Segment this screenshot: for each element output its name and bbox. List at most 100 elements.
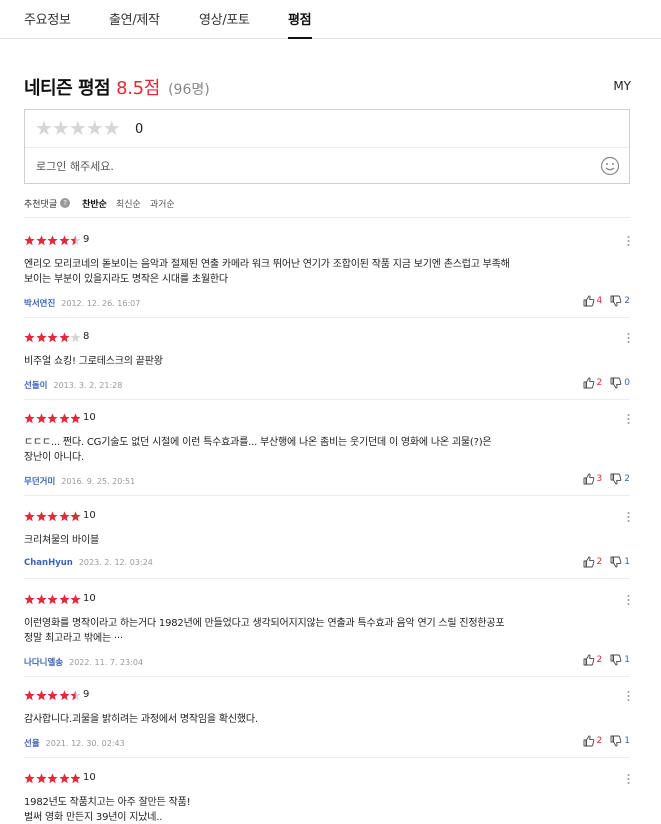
review-meta: 박서연진 2012. 12. 26. 16:07 bbox=[24, 297, 140, 309]
more-options-icon[interactable] bbox=[627, 511, 630, 523]
thumbs-down-icon bbox=[610, 377, 622, 389]
star-icon bbox=[24, 235, 35, 246]
tab-bar: 주요정보 출연/제작 영상/포토 평점 bbox=[0, 0, 661, 39]
review-date: 2012. 12. 26. 16:07 bbox=[61, 299, 141, 308]
sort-newest[interactable]: 최신순 bbox=[116, 197, 141, 210]
thumbs-up-icon bbox=[583, 556, 594, 568]
like-button[interactable]: 2 bbox=[583, 556, 602, 568]
dislike-button[interactable]: 1 bbox=[610, 556, 630, 568]
review-score: 9 bbox=[83, 234, 90, 245]
review-divider bbox=[24, 495, 630, 496]
dislike-count: 2 bbox=[624, 474, 630, 484]
review-star-rating bbox=[24, 511, 82, 523]
review-author[interactable]: 무던거미 bbox=[24, 475, 55, 487]
sort-oldest[interactable]: 과거순 bbox=[150, 197, 175, 210]
star-icon bbox=[70, 511, 81, 522]
star-icon bbox=[58, 690, 70, 701]
review-text-line: 비주얼 쇼킹! 그로테스크의 끝판왕 bbox=[24, 356, 163, 367]
tab-rating[interactable]: 평점 bbox=[288, 9, 312, 28]
review-divider bbox=[24, 317, 630, 318]
star-icon bbox=[47, 594, 58, 605]
more-options-icon[interactable] bbox=[627, 773, 630, 785]
thumbs-down-icon bbox=[610, 654, 622, 666]
active-tab-indicator bbox=[288, 37, 312, 39]
rating-count: (96명) bbox=[168, 82, 210, 98]
more-options-icon[interactable] bbox=[627, 235, 630, 247]
thumbs-down-icon bbox=[610, 735, 622, 747]
thumbs-down-icon bbox=[610, 473, 622, 485]
review-text: 크리쳐물의 바이블 bbox=[24, 533, 624, 548]
like-count: 2 bbox=[596, 378, 603, 388]
review-text: 엔리오 모리코네의 돋보이는 음악과 절제된 연출 카메라 워크 뛰어난 연기가… bbox=[24, 257, 624, 287]
star-icon bbox=[70, 413, 81, 424]
dislike-button[interactable]: 0 bbox=[610, 377, 630, 389]
review-meta: 나다니엘송 2022. 11. 7. 23:04 bbox=[24, 656, 143, 668]
dislike-button[interactable]: 1 bbox=[610, 735, 630, 747]
star-icon bbox=[35, 773, 47, 784]
star-icon bbox=[70, 235, 81, 246]
star-icon bbox=[24, 511, 35, 522]
review-text-line: 엔리오 모리코네의 돋보이는 음악과 절제된 연출 카메라 워크 뛰어난 연기가… bbox=[24, 259, 510, 270]
my-rating-button[interactable]: MY bbox=[613, 79, 631, 93]
review-divider bbox=[24, 676, 630, 677]
thumbs-up-icon bbox=[583, 473, 594, 485]
tab-video-photo[interactable]: 영상/포토 bbox=[199, 9, 250, 28]
more-options-icon[interactable] bbox=[627, 332, 630, 344]
review-text: 비주얼 쇼킹! 그로테스크의 끝판왕 bbox=[24, 354, 624, 369]
dislike-button[interactable]: 2 bbox=[610, 473, 630, 485]
review-author[interactable]: 선돌이 bbox=[24, 379, 47, 391]
review-date: 2022. 11. 7. 23:04 bbox=[69, 658, 144, 667]
rating-header: 네티즌 평점 8.5점 (96명) bbox=[24, 74, 210, 99]
review-date: 2021. 12. 30. 02:43 bbox=[45, 739, 125, 748]
like-count: 4 bbox=[596, 296, 603, 306]
review-score: 10 bbox=[83, 772, 96, 783]
review-author[interactable]: 박서연진 bbox=[24, 297, 55, 309]
thumbs-up-icon bbox=[583, 654, 594, 666]
review-star-rating bbox=[24, 690, 82, 702]
star-icon bbox=[70, 690, 81, 701]
like-button[interactable]: 4 bbox=[583, 295, 603, 307]
review-text-line: 장난이 아니다. bbox=[24, 452, 84, 463]
star-icon bbox=[47, 773, 58, 784]
emoji-icon[interactable] bbox=[600, 156, 620, 176]
thumbs-up-icon bbox=[583, 377, 594, 389]
thumbs-down-icon bbox=[610, 295, 622, 307]
star-icon bbox=[70, 594, 81, 605]
like-button[interactable]: 2 bbox=[583, 377, 603, 389]
dislike-button[interactable]: 2 bbox=[610, 295, 630, 307]
like-button[interactable]: 3 bbox=[583, 473, 603, 485]
review-author[interactable]: 나다니엘송 bbox=[24, 656, 63, 668]
star-icon bbox=[24, 332, 35, 343]
star-icon bbox=[58, 413, 70, 424]
more-options-icon[interactable] bbox=[627, 413, 630, 425]
star-icon bbox=[24, 773, 35, 784]
dislike-count: 1 bbox=[624, 557, 630, 567]
star-icon bbox=[47, 413, 58, 424]
comment-input[interactable]: 로그인 해주세요. bbox=[36, 158, 114, 174]
review-author[interactable]: 선율 bbox=[24, 737, 40, 749]
star-icon bbox=[58, 773, 70, 784]
review-text-line: 정말 최고라고 밖에는 ··· bbox=[24, 633, 123, 644]
review-author[interactable]: ChanHyun bbox=[24, 558, 73, 568]
star-icon bbox=[24, 690, 35, 701]
like-button[interactable]: 2 bbox=[583, 654, 602, 666]
review-divider bbox=[24, 399, 630, 400]
review-actions: 21 bbox=[575, 654, 630, 666]
more-options-icon[interactable] bbox=[627, 594, 630, 606]
divider bbox=[24, 217, 630, 218]
more-options-icon[interactable] bbox=[627, 690, 630, 702]
star-rating-row: ★★★★★ 0 bbox=[25, 110, 629, 148]
star-icon bbox=[35, 594, 47, 605]
average-score: 8.5점 bbox=[116, 78, 161, 99]
like-button[interactable]: 2 bbox=[583, 735, 602, 747]
dislike-count: 1 bbox=[624, 736, 630, 746]
help-icon[interactable]: ? bbox=[60, 198, 71, 208]
review-meta: 선율 2021. 12. 30. 02:43 bbox=[24, 737, 125, 749]
dislike-button[interactable]: 1 bbox=[610, 654, 630, 666]
tab-cast-crew[interactable]: 출연/제작 bbox=[109, 9, 160, 28]
star-rating-input[interactable]: ★★★★★ bbox=[35, 118, 121, 138]
review-text-line: 벌써 영화 만든지 39년이 지났네.. bbox=[24, 812, 163, 823]
tab-main-info[interactable]: 주요정보 bbox=[24, 9, 71, 28]
sort-pro-con[interactable]: 찬반순 bbox=[82, 197, 107, 210]
like-count: 3 bbox=[596, 474, 603, 484]
